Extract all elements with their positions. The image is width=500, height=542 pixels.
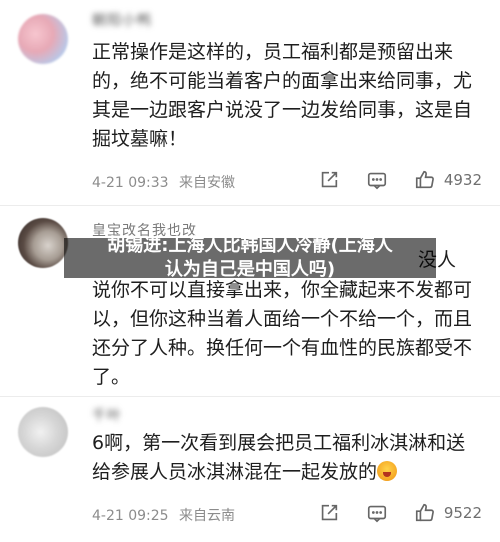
share-icon [321,504,337,521]
comment-timestamp: 4-21 09:25 [92,508,169,524]
headline-line-2: 认为自己是中国人吗) [164,259,336,280]
share-button[interactable] [318,502,340,524]
share-icon [321,171,337,188]
comment-username[interactable]: 朝阳小鸭 [92,10,152,30]
comment-icon [367,172,386,190]
comment-actions: 4932 [292,168,482,192]
avatar[interactable] [18,218,68,268]
share-button[interactable] [318,169,340,191]
like-button[interactable]: 9522 [414,502,482,524]
comment-text-body: 6啊，第一次看到展会把员工福利冰淇淋和送给参展人员冰淇淋混在一起发放的 [92,432,466,483]
comment-timestamp: 4-21 09:33 [92,175,169,191]
comment-text: 正常操作是这样的，员工福利都是预留出来的，绝不可能当着客户的面拿出来给同事，尤其… [92,41,473,150]
avatar[interactable] [18,14,68,64]
comment-meta: 4-21 09:33 来自安徽 [92,172,235,192]
comment-item: 朝阳小鸭 正常操作是这样的，员工福利都是预留出来的，绝不可能当着客户的面拿出来给… [0,0,500,205]
like-icon [415,170,434,189]
comment-icon [367,505,386,523]
like-icon [415,503,434,522]
like-button[interactable]: 4932 [414,169,482,191]
reply-button[interactable] [366,169,388,191]
laughing-emoji-icon [377,461,398,481]
comment-actions: 9522 [292,501,482,525]
comment-location: 来自云南 [179,508,236,524]
comment-meta: 4-21 09:25 来自云南 [92,505,235,525]
comment-location: 来自安徽 [179,175,236,191]
comment-text: 说你不可以直接拿出来，你全藏起来不发都可以，但你这种当着人面给一个不给一个，而且… [92,279,473,388]
comment-item: 千叶 6啊，第一次看到展会把员工福利冰淇淋和送给参展人员冰淇淋混在一起发放的 4… [0,397,500,542]
like-count: 9522 [443,504,482,522]
headline-banner: 胡锡进:上海人比韩国人冷静(上海人 认为自己是中国人吗) [64,235,436,280]
comment-text: 6啊，第一次看到展会把员工福利冰淇淋和送给参展人员冰淇淋混在一起发放的 [92,429,472,487]
headline-line-1: 胡锡进:上海人比韩国人冷静(上海人 [107,235,393,256]
like-count: 4932 [443,171,482,189]
comment-username[interactable]: 千叶 [92,405,122,425]
reply-button[interactable] [366,502,388,524]
avatar[interactable] [18,407,68,457]
